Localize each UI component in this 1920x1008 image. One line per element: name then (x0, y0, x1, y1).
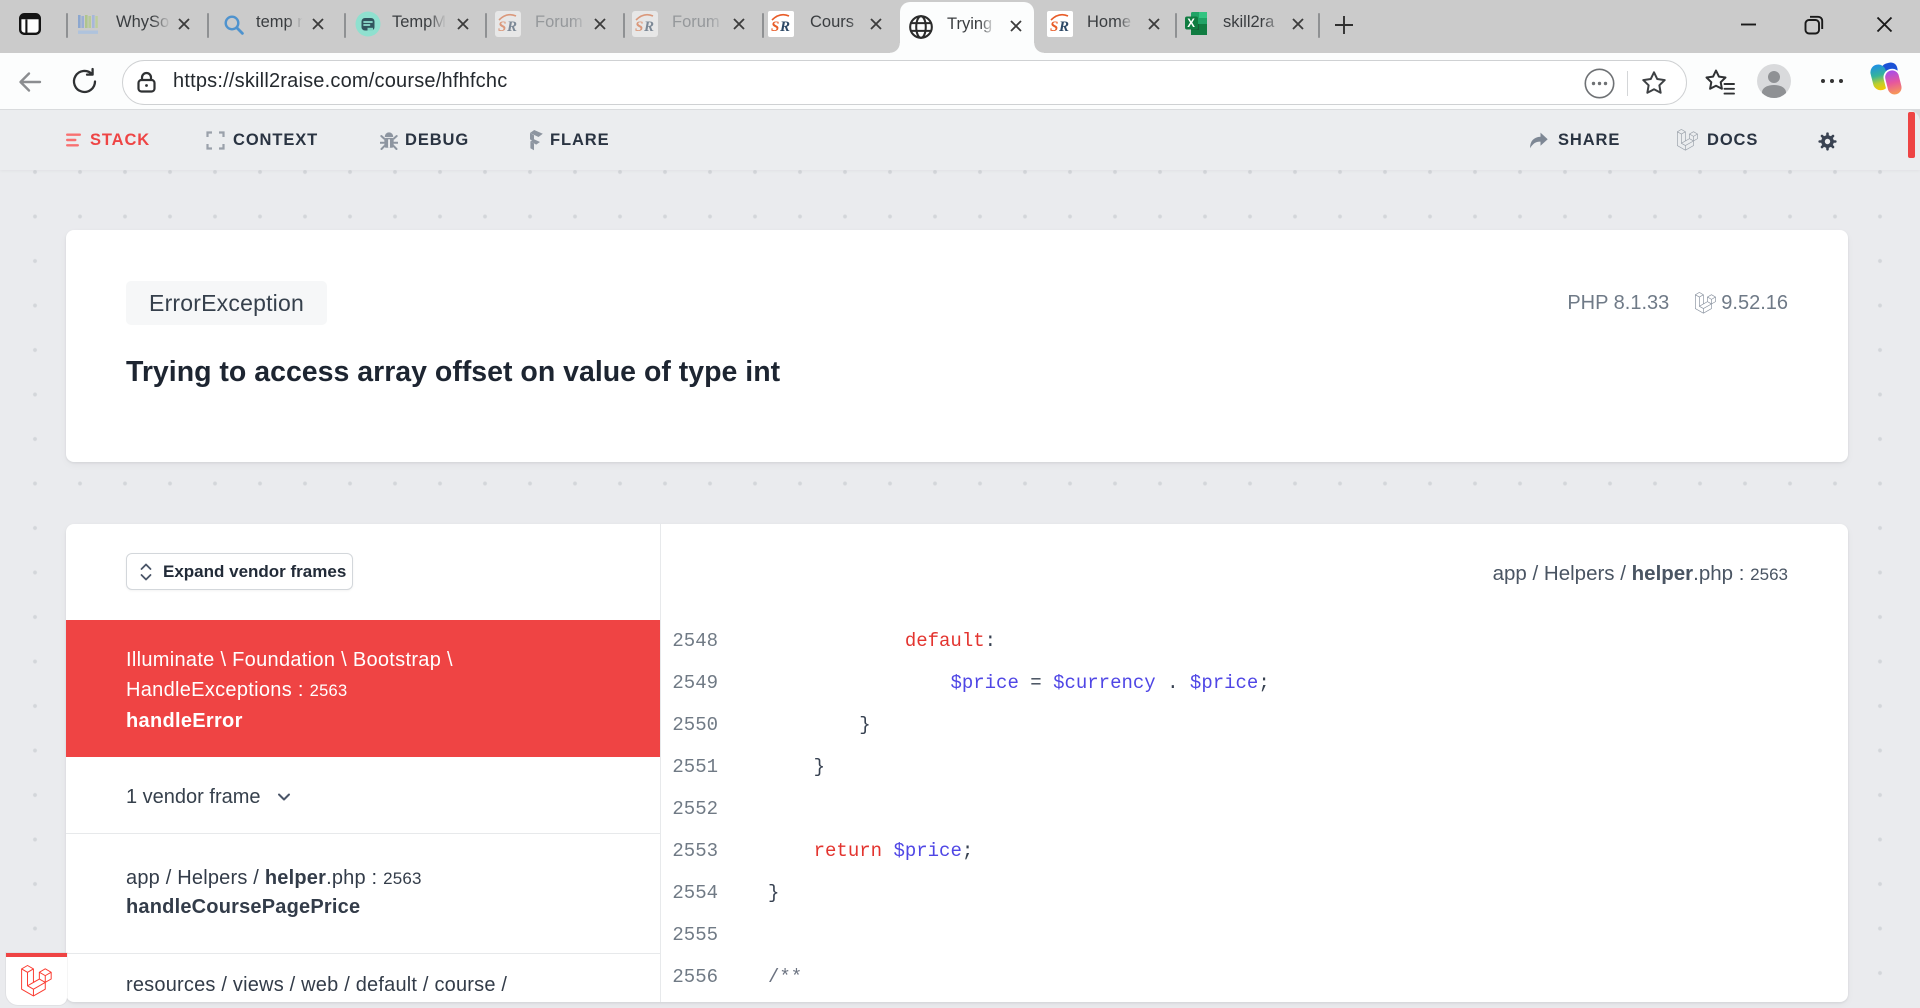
svg-text:S: S (635, 19, 643, 35)
svg-text:R: R (779, 19, 790, 35)
svg-text:S: S (498, 19, 506, 35)
svg-text:R: R (506, 19, 517, 35)
svg-text:S: S (771, 19, 779, 35)
svg-text:R: R (643, 19, 654, 35)
svg-text:X: X (1187, 18, 1195, 30)
svg-text:R: R (1058, 19, 1069, 35)
svg-text:S: S (1050, 19, 1058, 35)
